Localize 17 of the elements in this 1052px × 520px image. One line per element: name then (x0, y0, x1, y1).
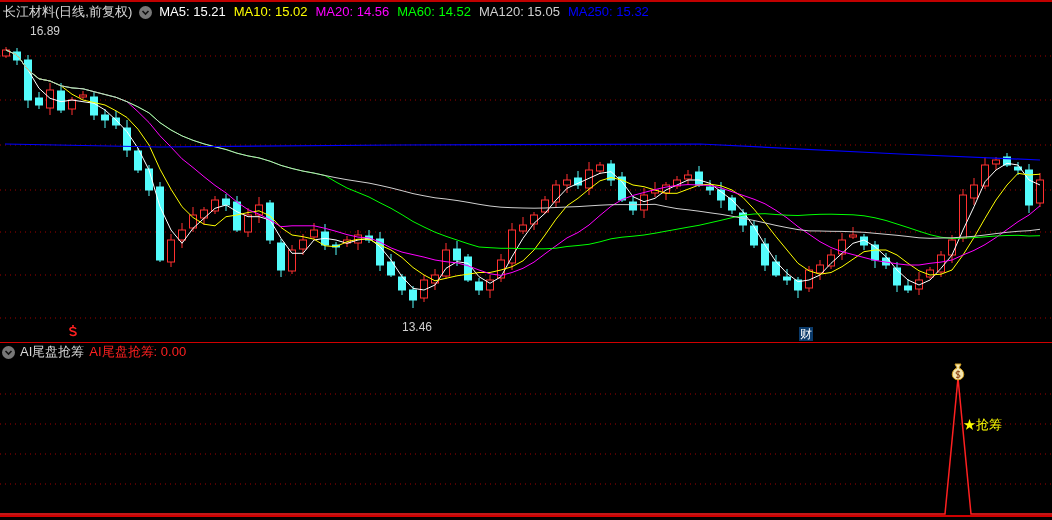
low-price-label: 13.46 (402, 319, 433, 336)
dollar-icon (69, 325, 77, 337)
money-bag-icon (950, 363, 966, 381)
high-price-label: 16.89 (30, 23, 61, 40)
indicator-reading: AI尾盘抢筹: 0.00 (89, 343, 187, 362)
signal-label: ★抢筹 (963, 416, 1002, 434)
moving-average-value: MA10: 15.02 (233, 3, 308, 22)
moving-average-value: MA120: 15.05 (478, 3, 560, 22)
indicator-title: AI尾盘抢筹 (20, 343, 85, 362)
dropdown-icon[interactable] (139, 5, 153, 19)
finance-badge[interactable]: 财 (799, 327, 813, 341)
moving-average-value: MA250: 15.32 (567, 3, 649, 22)
moving-average-value: MA60: 14.52 (397, 3, 471, 22)
stock-title: 长江材料(日线,前复权) (3, 3, 133, 22)
dropdown-icon[interactable] (2, 345, 15, 359)
moving-average-value: MA20: 14.56 (315, 3, 390, 22)
moving-average-value: MA5: 15.21 (159, 3, 226, 22)
